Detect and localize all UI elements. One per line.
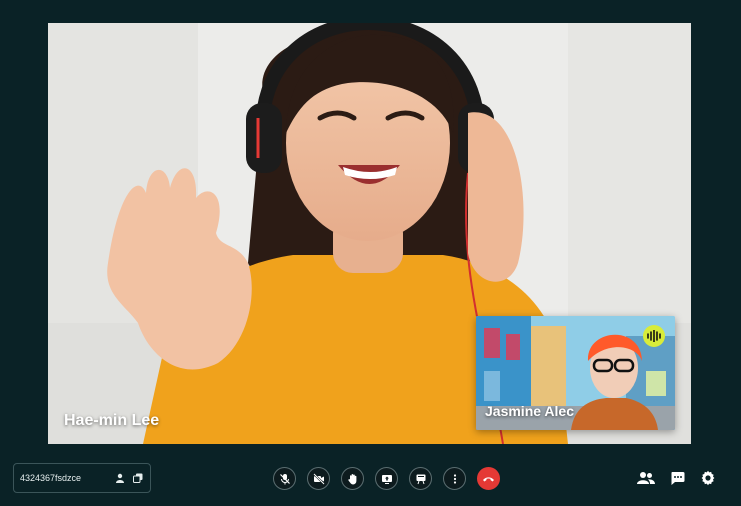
more-vertical-icon <box>453 473 456 484</box>
main-participant-name: Hae-min Lee <box>64 412 160 429</box>
pip-participant-name: Jasmine Alec <box>485 403 574 419</box>
screen-share-icon <box>381 474 392 484</box>
camera-off-button[interactable] <box>307 467 330 490</box>
share-screen-button[interactable] <box>375 467 398 490</box>
present-icon <box>416 474 425 484</box>
end-call-button[interactable] <box>477 467 500 490</box>
phone-hangup-icon <box>483 476 494 481</box>
settings-icon[interactable] <box>699 469 717 487</box>
audio-wave-icon <box>643 325 665 347</box>
present-button[interactable] <box>409 467 432 490</box>
right-toolbar <box>637 469 717 487</box>
call-controls <box>273 467 500 491</box>
mic-off-button[interactable] <box>273 467 296 490</box>
video-off-icon <box>312 472 325 485</box>
chat-icon[interactable] <box>668 469 686 487</box>
more-options-button[interactable] <box>443 467 466 490</box>
people-icon[interactable] <box>637 469 655 487</box>
hand-icon <box>347 473 356 484</box>
meeting-id-box: 4324367fsdzce <box>13 463 151 493</box>
raise-hand-button[interactable] <box>341 467 364 490</box>
mic-off-icon <box>279 473 290 484</box>
copy-icon[interactable] <box>132 472 144 484</box>
meeting-id: 4324367fsdzce <box>20 473 82 483</box>
pip-video-tile[interactable]: Jasmine Alec <box>476 316 675 430</box>
person-icon[interactable] <box>114 472 126 484</box>
